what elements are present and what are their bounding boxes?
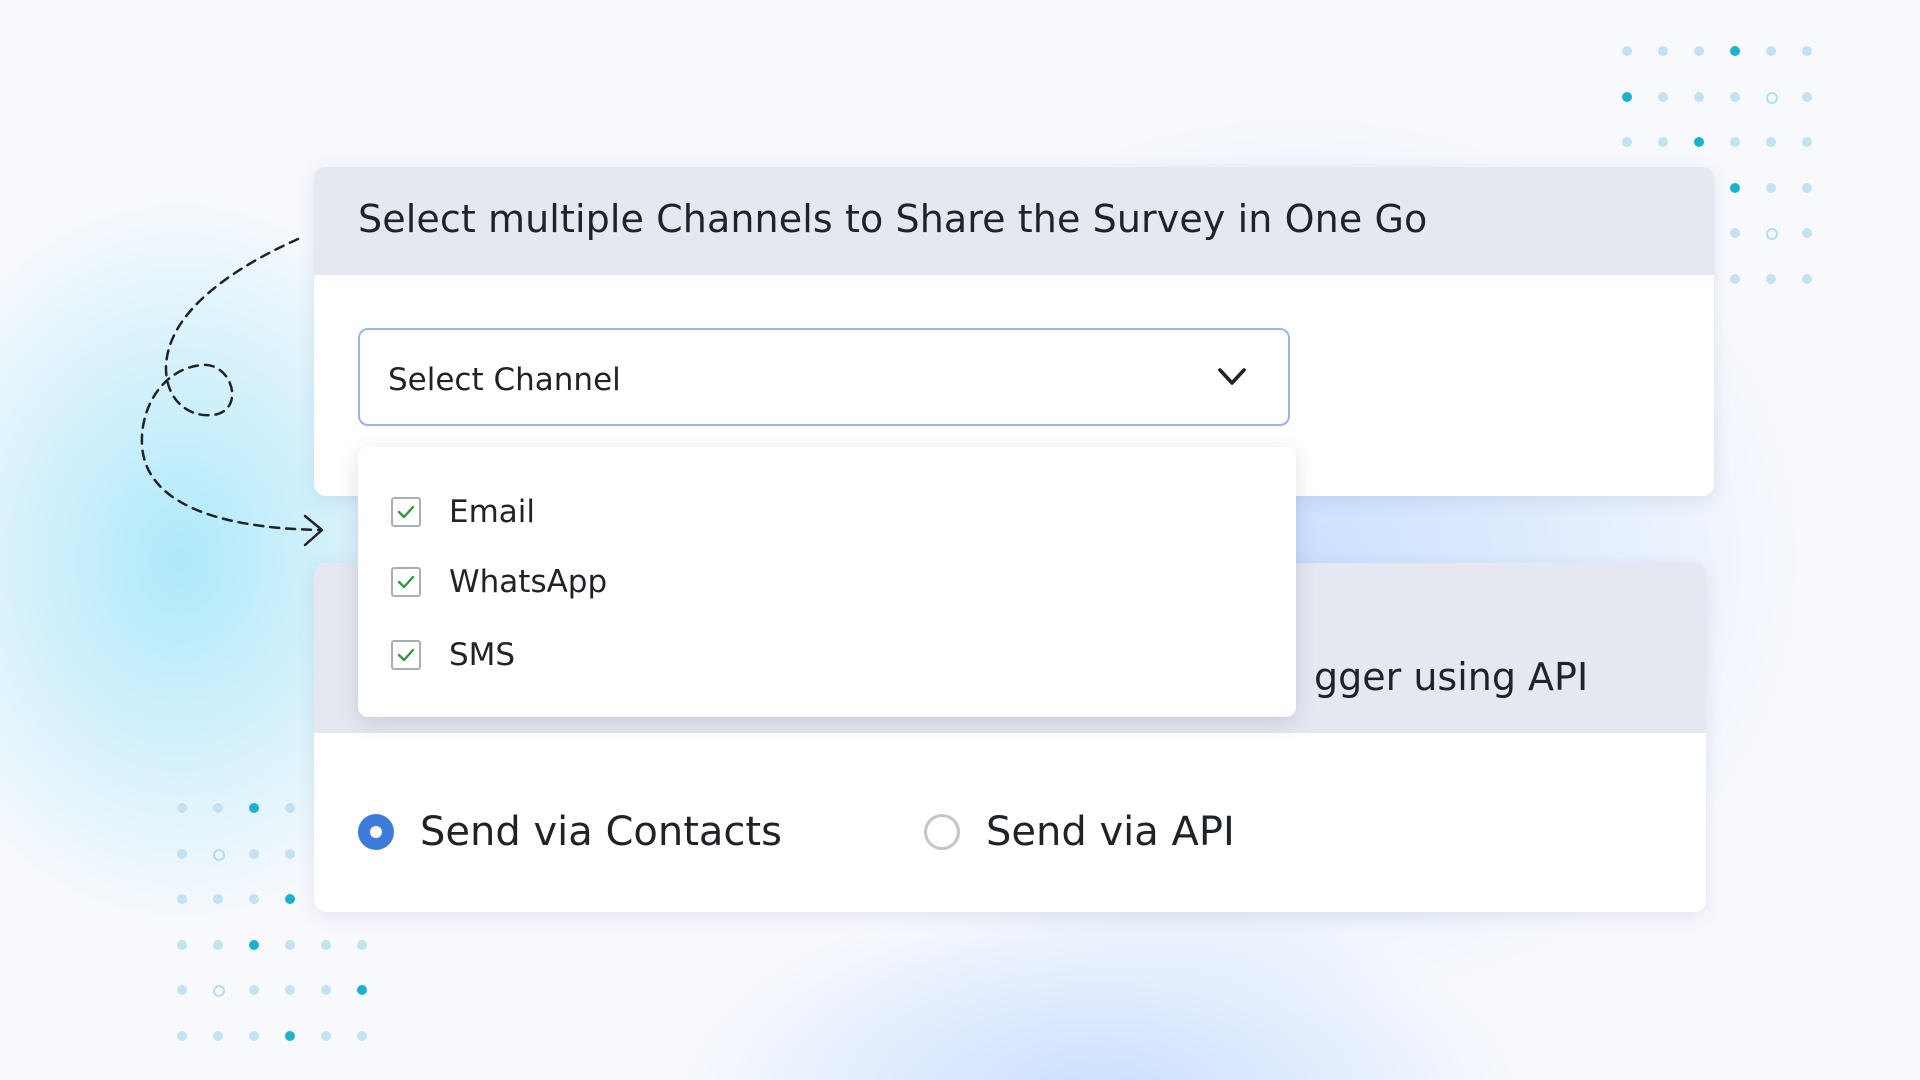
decorative-dot	[213, 1030, 223, 1041]
decorative-dot	[213, 894, 223, 904]
dropdown-option-whatsapp[interactable]: WhatsApp	[391, 560, 607, 604]
decorative-dot	[1730, 91, 1740, 102]
decorative-dot	[1802, 91, 1812, 102]
dropdown-option-sms[interactable]: SMS	[391, 633, 515, 677]
decorative-dot	[357, 939, 367, 950]
decorative-dot	[1766, 137, 1776, 147]
decorative-dot	[249, 803, 259, 813]
decorative-dot	[1658, 91, 1668, 102]
channel-select[interactable]: Select Channel	[358, 328, 1290, 426]
dashed-arrow-icon	[140, 237, 324, 547]
decorative-dot	[1622, 137, 1632, 147]
decorative-dot	[1802, 137, 1812, 147]
option-label-sms: SMS	[449, 637, 516, 673]
radio-unselected-icon[interactable]	[924, 814, 960, 850]
dropdown-option-email[interactable]: Email	[391, 490, 535, 534]
decorative-dot	[285, 1030, 295, 1041]
decorative-dot	[249, 894, 259, 904]
radio-selected-icon[interactable]	[358, 814, 394, 850]
decorative-dot	[1802, 182, 1812, 193]
decorative-dot	[177, 985, 187, 995]
decorative-dot	[249, 985, 259, 995]
radio-label-contacts: Send via Contacts	[420, 809, 782, 855]
decorative-dot	[1658, 46, 1668, 56]
decorative-dot	[1694, 91, 1704, 102]
decorative-dot	[285, 848, 295, 859]
decorative-dot	[177, 1030, 187, 1041]
decorative-dot	[1766, 91, 1778, 104]
decorative-dot	[357, 985, 367, 995]
decorative-dot	[177, 894, 187, 904]
decorative-dot	[249, 1030, 259, 1041]
decorative-dot	[249, 848, 259, 859]
radio-send-via-contacts[interactable]: Send via Contacts	[358, 807, 782, 857]
decorative-dot	[1766, 46, 1776, 56]
send-card-title: gger using API	[1314, 655, 1589, 699]
decorative-dot	[285, 985, 295, 995]
decorative-dot	[1730, 273, 1740, 284]
decorative-dot	[1802, 228, 1812, 238]
decorative-dot	[213, 848, 225, 861]
decorative-dot	[321, 1030, 331, 1041]
decorative-dot	[1622, 91, 1632, 102]
decorative-dot	[285, 894, 295, 904]
decorative-dot	[1766, 273, 1776, 284]
decorative-dot	[213, 803, 223, 813]
channel-dropdown-menu: Email WhatsApp SMS	[358, 447, 1296, 717]
channel-select-placeholder: Select Channel	[388, 362, 621, 398]
decorative-dot	[285, 939, 295, 950]
decorative-dot	[1658, 137, 1668, 147]
decorative-dot	[285, 803, 295, 813]
decorative-dot	[1730, 46, 1740, 56]
decorative-dot	[249, 939, 259, 950]
radio-send-via-api[interactable]: Send via API	[924, 807, 1235, 857]
decorative-dot	[321, 985, 331, 995]
decorative-dot	[1802, 273, 1812, 284]
option-label-whatsapp: WhatsApp	[449, 564, 608, 600]
decorative-dot	[213, 985, 225, 997]
decorative-dot	[1622, 46, 1632, 56]
checkbox-checked-icon[interactable]	[391, 640, 421, 670]
chevron-down-icon[interactable]	[1216, 364, 1248, 390]
decorative-dot	[357, 1030, 367, 1041]
decorative-dot	[177, 939, 187, 950]
decorative-dot	[177, 848, 187, 859]
decorative-dot	[177, 803, 187, 813]
option-label-email: Email	[449, 494, 536, 530]
decorative-dot	[1694, 137, 1704, 147]
decorative-dot	[1766, 228, 1778, 240]
decorative-dot	[1802, 46, 1812, 56]
decorative-dot	[1694, 46, 1704, 56]
checkbox-checked-icon[interactable]	[391, 497, 421, 527]
checkbox-checked-icon[interactable]	[391, 567, 421, 597]
decorative-dot	[1730, 137, 1740, 147]
decorative-dot	[1766, 182, 1776, 193]
decorative-dot	[213, 939, 223, 950]
channel-card-title: Select multiple Channels to Share the Su…	[358, 197, 1428, 241]
decorative-dot	[321, 939, 331, 950]
decorative-dot	[1730, 182, 1740, 193]
decorative-dot	[1730, 228, 1740, 238]
radio-label-api: Send via API	[986, 809, 1235, 855]
